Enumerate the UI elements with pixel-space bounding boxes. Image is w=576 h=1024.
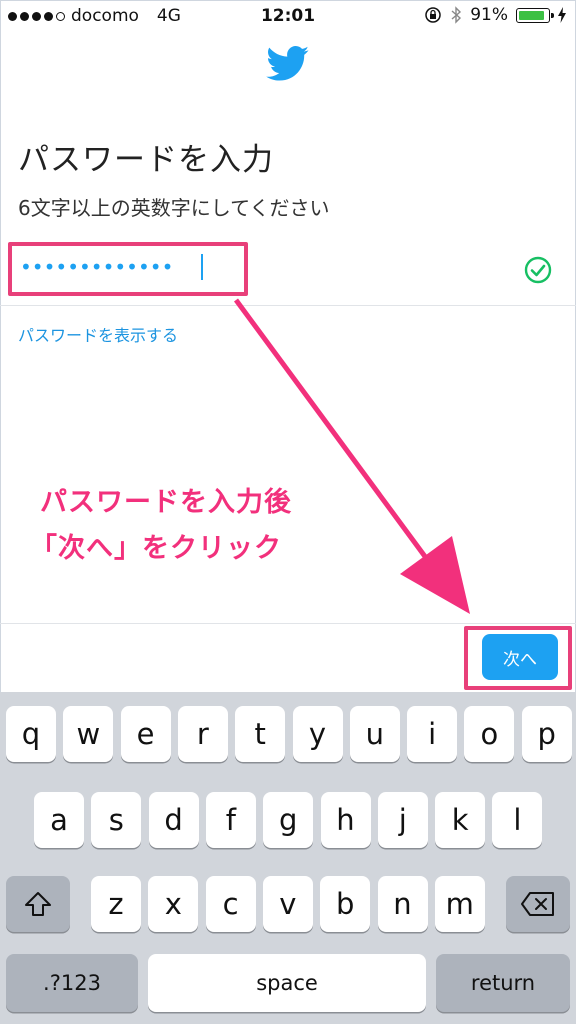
twitter-bird-icon bbox=[266, 46, 309, 81]
page-title: パスワードを入力 bbox=[18, 142, 274, 178]
key-c[interactable]: c bbox=[205, 876, 256, 932]
key-x[interactable]: x bbox=[148, 876, 199, 932]
check-circle-icon bbox=[524, 256, 552, 284]
key-n[interactable]: n bbox=[377, 876, 428, 932]
key-p[interactable]: p bbox=[521, 706, 572, 762]
show-password-link[interactable]: パスワードを表示する bbox=[18, 322, 178, 346]
toolbar-divider bbox=[0, 623, 576, 624]
bluetooth-icon bbox=[451, 6, 462, 24]
key-a[interactable]: a bbox=[34, 792, 84, 848]
key-q[interactable]: q bbox=[6, 706, 56, 762]
key-z[interactable]: z bbox=[91, 876, 141, 932]
annotation-line-2: 「次へ」をクリック bbox=[30, 533, 282, 564]
numbers-key[interactable]: .?123 bbox=[6, 954, 138, 1012]
status-bar: docomo 4G 12:01 91% bbox=[0, 0, 576, 32]
key-y[interactable]: y bbox=[292, 706, 343, 762]
key-s[interactable]: s bbox=[91, 792, 142, 848]
space-key[interactable]: space bbox=[148, 954, 426, 1012]
key-g[interactable]: g bbox=[263, 792, 314, 848]
key-b[interactable]: b bbox=[320, 876, 371, 932]
shift-key[interactable] bbox=[6, 876, 70, 932]
key-t[interactable]: t bbox=[235, 706, 286, 762]
key-v[interactable]: v bbox=[262, 876, 313, 932]
battery-percent: 91% bbox=[470, 5, 508, 25]
shift-icon bbox=[25, 892, 51, 916]
battery-icon bbox=[516, 7, 554, 23]
key-h[interactable]: h bbox=[320, 792, 371, 848]
key-e[interactable]: e bbox=[120, 706, 171, 762]
key-m[interactable]: m bbox=[434, 876, 485, 932]
key-j[interactable]: j bbox=[377, 792, 428, 848]
page-subtitle: 6文字以上の英数字にしてください bbox=[18, 196, 330, 220]
keyboard: qwertyuiop asdfghjkl zxcvbnm .?123 space… bbox=[0, 692, 576, 1024]
return-key[interactable]: return bbox=[436, 954, 570, 1012]
backspace-icon bbox=[521, 892, 554, 916]
password-input[interactable]: ••••••••••••• bbox=[20, 255, 173, 279]
charging-icon bbox=[558, 7, 566, 23]
key-l[interactable]: l bbox=[492, 792, 543, 848]
key-f[interactable]: f bbox=[205, 792, 256, 848]
key-u[interactable]: u bbox=[349, 706, 400, 762]
next-button[interactable]: 次へ bbox=[482, 634, 558, 680]
rotation-lock-icon bbox=[425, 7, 441, 23]
key-o[interactable]: o bbox=[464, 706, 515, 762]
key-i[interactable]: i bbox=[407, 706, 458, 762]
annotation-line-1: パスワードを入力後 bbox=[40, 487, 292, 518]
key-r[interactable]: r bbox=[177, 706, 228, 762]
field-divider bbox=[0, 305, 576, 306]
delete-key[interactable] bbox=[506, 876, 570, 932]
key-d[interactable]: d bbox=[148, 792, 199, 848]
key-k[interactable]: k bbox=[435, 792, 486, 848]
text-caret bbox=[201, 254, 203, 280]
key-w[interactable]: w bbox=[63, 706, 114, 762]
